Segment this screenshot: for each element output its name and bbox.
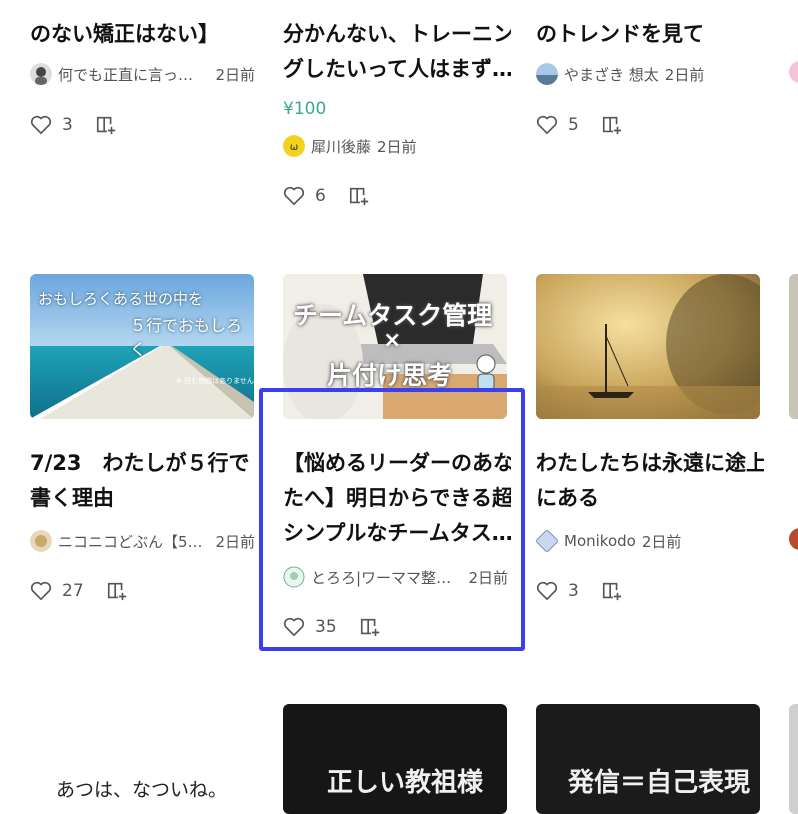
like-count: 5 — [568, 115, 579, 135]
thumb-text: おもしろくある世の中を — [38, 290, 204, 308]
thumb-text: 発信＝自己表現 — [568, 768, 751, 798]
post-time: 2日前 — [215, 65, 255, 84]
like-count: 3 — [62, 115, 73, 135]
post-time: 2日前 — [664, 65, 705, 84]
title-line: グしたいって人はまず… — [283, 57, 511, 81]
svg-text:ω: ω — [290, 142, 298, 153]
title-line: 7/23 わたしが５行で — [30, 451, 250, 475]
thumb-note: ※ 読む価値はありません — [176, 377, 254, 385]
author-name: Monikodo — [564, 532, 636, 550]
card-title[interactable]: のない矯正はない】 — [30, 0, 260, 52]
card-author[interactable]: やまざき 想太 2日前 — [536, 61, 761, 87]
card-thumbnail[interactable] — [789, 274, 798, 419]
magazine-add-icon[interactable] — [601, 114, 623, 136]
post-time: 2日前 — [377, 137, 417, 156]
sailboat-image — [536, 274, 760, 419]
heart-icon[interactable] — [283, 186, 305, 206]
card-title[interactable]: 分かんない、トレーニン グしたいって人はまず… — [283, 0, 511, 87]
thumb-text: ５行でおもしろく — [130, 316, 243, 359]
card-stats: 5 — [536, 110, 623, 140]
magazine-add-icon[interactable] — [348, 185, 370, 207]
card-author[interactable]: 何でも正直に言っち… 2日前 — [30, 61, 255, 87]
card-stats: 3 — [536, 576, 623, 606]
card-thumbnail[interactable] — [536, 274, 760, 419]
card-title[interactable]: わたしたちは永遠に途上 にある — [536, 446, 764, 516]
card-stats: 6 — [283, 181, 370, 211]
card-author[interactable]: ニコニコどぶん【5行… 2日前 — [30, 528, 255, 554]
magazine-add-icon[interactable] — [106, 580, 128, 602]
card-author[interactable]: Monikodo 2日前 — [536, 528, 761, 554]
post-time: 2日前 — [215, 532, 255, 551]
character-illustration — [476, 354, 496, 391]
author-name: 犀川後藤 — [311, 137, 372, 156]
avatar — [789, 528, 798, 550]
author-avatar — [30, 530, 52, 552]
heart-icon[interactable] — [536, 581, 558, 601]
author-name: やまざき 想太 — [564, 65, 659, 84]
avatar — [789, 61, 798, 83]
title-line: わたしたちは永遠に途上 — [536, 451, 764, 475]
author-avatar — [536, 530, 558, 552]
post-time: 2日前 — [641, 532, 682, 551]
title-line: のない矯正はない】 — [30, 22, 219, 46]
like-count: 27 — [62, 581, 84, 601]
like-count: 6 — [315, 186, 326, 206]
thumb-text: 正しい教祖様 — [327, 768, 484, 798]
title-line: 分かんない、トレーニン — [283, 22, 511, 46]
card-title[interactable]: のトレンドを見て — [536, 0, 766, 52]
title-line: 書く理由 — [30, 486, 114, 510]
heart-icon[interactable] — [30, 115, 52, 135]
magazine-add-icon[interactable] — [95, 114, 117, 136]
author-name: ニコニコどぶん【5行… — [58, 532, 208, 551]
author-avatar — [536, 63, 558, 85]
author-avatar — [30, 63, 52, 85]
author-avatar: ω — [283, 135, 305, 157]
heart-icon[interactable] — [536, 115, 558, 135]
card-title[interactable]: 7/23 わたしが５行で 書く理由 — [30, 446, 258, 516]
selection-highlight — [259, 388, 525, 651]
magazine-add-icon[interactable] — [601, 580, 623, 602]
thumb-text: 片付け思考 — [327, 361, 453, 390]
price-tag: ¥100 — [283, 99, 327, 119]
card-author[interactable]: ω 犀川後藤 2日前 — [283, 133, 508, 159]
title-line: のトレンドを見て — [536, 22, 704, 46]
title-line: にある — [536, 486, 599, 510]
card-stats: 27 — [30, 576, 128, 606]
thumb-text: × — [383, 328, 402, 353]
like-count: 3 — [568, 581, 579, 601]
heart-icon[interactable] — [30, 581, 52, 601]
author-name: 何でも正直に言っち… — [58, 65, 208, 84]
card-stats: 3 — [30, 110, 117, 140]
thumb-text: チームタスク管理 — [293, 301, 493, 330]
card-thumbnail[interactable]: おもしろくある世の中を ５行でおもしろく ※ 読む価値はありません — [30, 274, 254, 419]
